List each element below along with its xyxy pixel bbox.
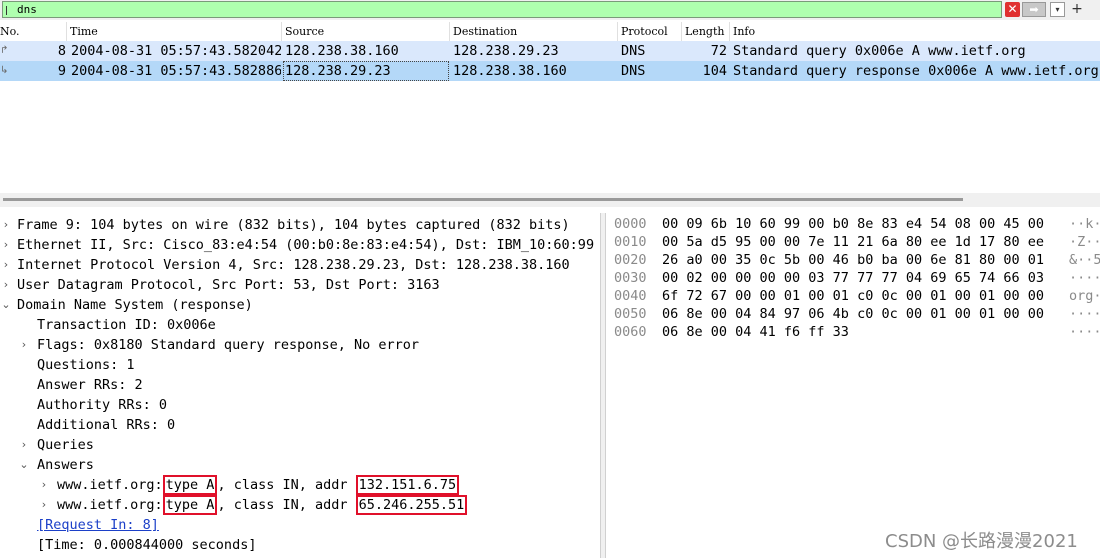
filter-text: dns xyxy=(17,3,37,16)
response-arrow-icon: ↳ xyxy=(0,65,9,76)
column-header-protocol[interactable]: Protocol xyxy=(618,22,682,41)
clear-filter-icon[interactable]: ✕ xyxy=(1005,2,1020,17)
packet-destination: 128.238.29.23 xyxy=(453,43,559,59)
tree-item-transaction-id[interactable]: Transaction ID: 0x006e xyxy=(37,315,216,335)
expand-arrow-icon[interactable]: › xyxy=(0,235,12,255)
apply-filter-button[interactable]: ➡ xyxy=(1022,2,1046,17)
expand-arrow-icon[interactable]: › xyxy=(18,435,30,455)
request-in-link[interactable]: [Request In: 8] xyxy=(37,515,159,535)
packet-bytes-pane: 0000 00 09 6b 10 60 99 00 b0 8e 83 e4 54… xyxy=(607,213,1100,558)
packet-time: 2004-08-31 05:57:43.582886 xyxy=(71,63,281,79)
answer-name: www.ietf.org: xyxy=(57,477,163,493)
column-header-info[interactable]: Info xyxy=(730,22,1100,41)
packet-protocol: DNS xyxy=(621,63,646,79)
bytes-hex[interactable]: 06 8e 00 04 84 97 06 4b c0 0c 00 01 00 0… xyxy=(662,305,1044,323)
expand-arrow-icon[interactable]: › xyxy=(38,475,50,495)
packet-list-horizontal-scrollbar[interactable] xyxy=(0,193,1100,207)
collapse-arrow-icon[interactable]: ⌄ xyxy=(0,295,12,315)
tree-item-authority-rrs[interactable]: Authority RRs: 0 xyxy=(37,395,167,415)
packet-source: 128.238.29.23 xyxy=(283,61,449,81)
bytes-ascii[interactable]: ·Z·· xyxy=(1069,233,1100,251)
column-header-length[interactable]: Length xyxy=(682,22,730,41)
pane-splitter[interactable] xyxy=(600,213,606,558)
filter-bookmark-icon[interactable] xyxy=(6,6,13,15)
answer-name: www.ietf.org: xyxy=(57,497,163,513)
bytes-ascii[interactable]: org· xyxy=(1069,287,1100,305)
packet-length: 72 xyxy=(710,43,727,59)
answer-addr-highlight: 65.246.255.51 xyxy=(355,495,468,515)
packet-row[interactable]: ↱ 8 2004-08-31 05:57:43.582042 128.238.3… xyxy=(0,41,1100,61)
answer-class: , class IN, addr xyxy=(217,497,348,513)
expand-arrow-icon[interactable]: › xyxy=(18,335,30,355)
bytes-offset: 0060 xyxy=(614,324,647,340)
bytes-hex[interactable]: 26 a0 00 35 0c 5b 00 46 b0 ba 00 6e 81 8… xyxy=(662,251,1044,269)
answer-type-highlight: type A xyxy=(162,475,218,495)
column-header-no[interactable]: No. xyxy=(0,22,67,41)
packet-info: Standard query 0x006e A www.ietf.org xyxy=(733,43,1026,59)
bytes-offset: 0050 xyxy=(614,306,647,322)
packet-no: 9 xyxy=(57,63,66,79)
answer-class: , class IN, addr xyxy=(217,477,348,493)
scrollbar-thumb[interactable] xyxy=(3,198,963,201)
bytes-hex[interactable]: 00 02 00 00 00 00 03 77 77 77 04 69 65 7… xyxy=(662,269,1044,287)
packet-time: 2004-08-31 05:57:43.582042 xyxy=(71,43,281,59)
bytes-offset: 0000 xyxy=(614,216,647,232)
bytes-ascii[interactable]: ··k· xyxy=(1069,215,1100,233)
bytes-hex[interactable]: 6f 72 67 00 00 01 00 01 c0 0c 00 01 00 0… xyxy=(662,287,1044,305)
packet-list-header: No. Time Source Destination Protocol Len… xyxy=(0,22,1100,42)
packet-protocol: DNS xyxy=(621,43,646,59)
expand-arrow-icon[interactable]: › xyxy=(0,255,12,275)
packet-length: 104 xyxy=(702,63,727,79)
expand-arrow-icon[interactable]: › xyxy=(38,495,50,515)
bytes-offset: 0020 xyxy=(614,252,647,268)
packet-details-pane: › Frame 9: 104 bytes on wire (832 bits),… xyxy=(0,215,600,555)
tree-item-questions[interactable]: Questions: 1 xyxy=(37,355,135,375)
bytes-hex[interactable]: 00 5a d5 95 00 00 7e 11 21 6a 80 ee 1d 1… xyxy=(662,233,1044,251)
filter-history-dropdown[interactable]: ▾ xyxy=(1050,2,1065,17)
bytes-ascii[interactable]: ···· xyxy=(1069,269,1100,287)
packet-source: 128.238.38.160 xyxy=(285,43,399,59)
request-arrow-icon: ↱ xyxy=(0,45,9,56)
column-header-source[interactable]: Source xyxy=(282,22,450,41)
bytes-ascii[interactable]: &··5 xyxy=(1069,251,1100,269)
packet-row-selected[interactable]: ↳ 9 2004-08-31 05:57:43.582886 128.238.2… xyxy=(0,61,1100,81)
column-header-time[interactable]: Time xyxy=(67,22,282,41)
expand-arrow-icon[interactable]: › xyxy=(0,215,12,235)
bytes-offset: 0010 xyxy=(614,234,647,250)
bytes-offset: 0030 xyxy=(614,270,647,286)
answer-addr-highlight: 132.151.6.75 xyxy=(355,475,460,495)
bytes-hex[interactable]: 00 09 6b 10 60 99 00 b0 8e 83 e4 54 08 0… xyxy=(662,215,1044,233)
packet-info: Standard query response 0x006e A www.iet… xyxy=(733,63,1099,79)
watermark: CSDN @长路漫漫2021 xyxy=(885,531,1078,552)
bytes-ascii[interactable]: ···· xyxy=(1069,323,1100,341)
add-filter-button[interactable]: + xyxy=(1069,1,1085,18)
bytes-hex[interactable]: 06 8e 00 04 41 f6 ff 33 xyxy=(662,323,849,341)
column-header-destination[interactable]: Destination xyxy=(450,22,618,41)
packet-destination: 128.238.38.160 xyxy=(453,63,567,79)
tree-item-additional-rrs[interactable]: Additional RRs: 0 xyxy=(37,415,175,435)
expand-arrow-icon[interactable]: › xyxy=(0,275,12,295)
collapse-arrow-icon[interactable]: ⌄ xyxy=(18,455,30,475)
bytes-ascii[interactable]: ···· xyxy=(1069,305,1100,323)
display-filter-input[interactable]: dns xyxy=(2,1,1002,18)
tree-item-time[interactable]: [Time: 0.000844000 seconds] xyxy=(37,535,256,555)
answer-type-highlight: type A xyxy=(162,495,218,515)
display-filter-toolbar: dns ✕ ➡ ▾ + xyxy=(0,0,1100,20)
tree-item-answer-rrs[interactable]: Answer RRs: 2 xyxy=(37,375,143,395)
bytes-offset: 0040 xyxy=(614,288,647,304)
packet-no: 8 xyxy=(57,43,66,59)
